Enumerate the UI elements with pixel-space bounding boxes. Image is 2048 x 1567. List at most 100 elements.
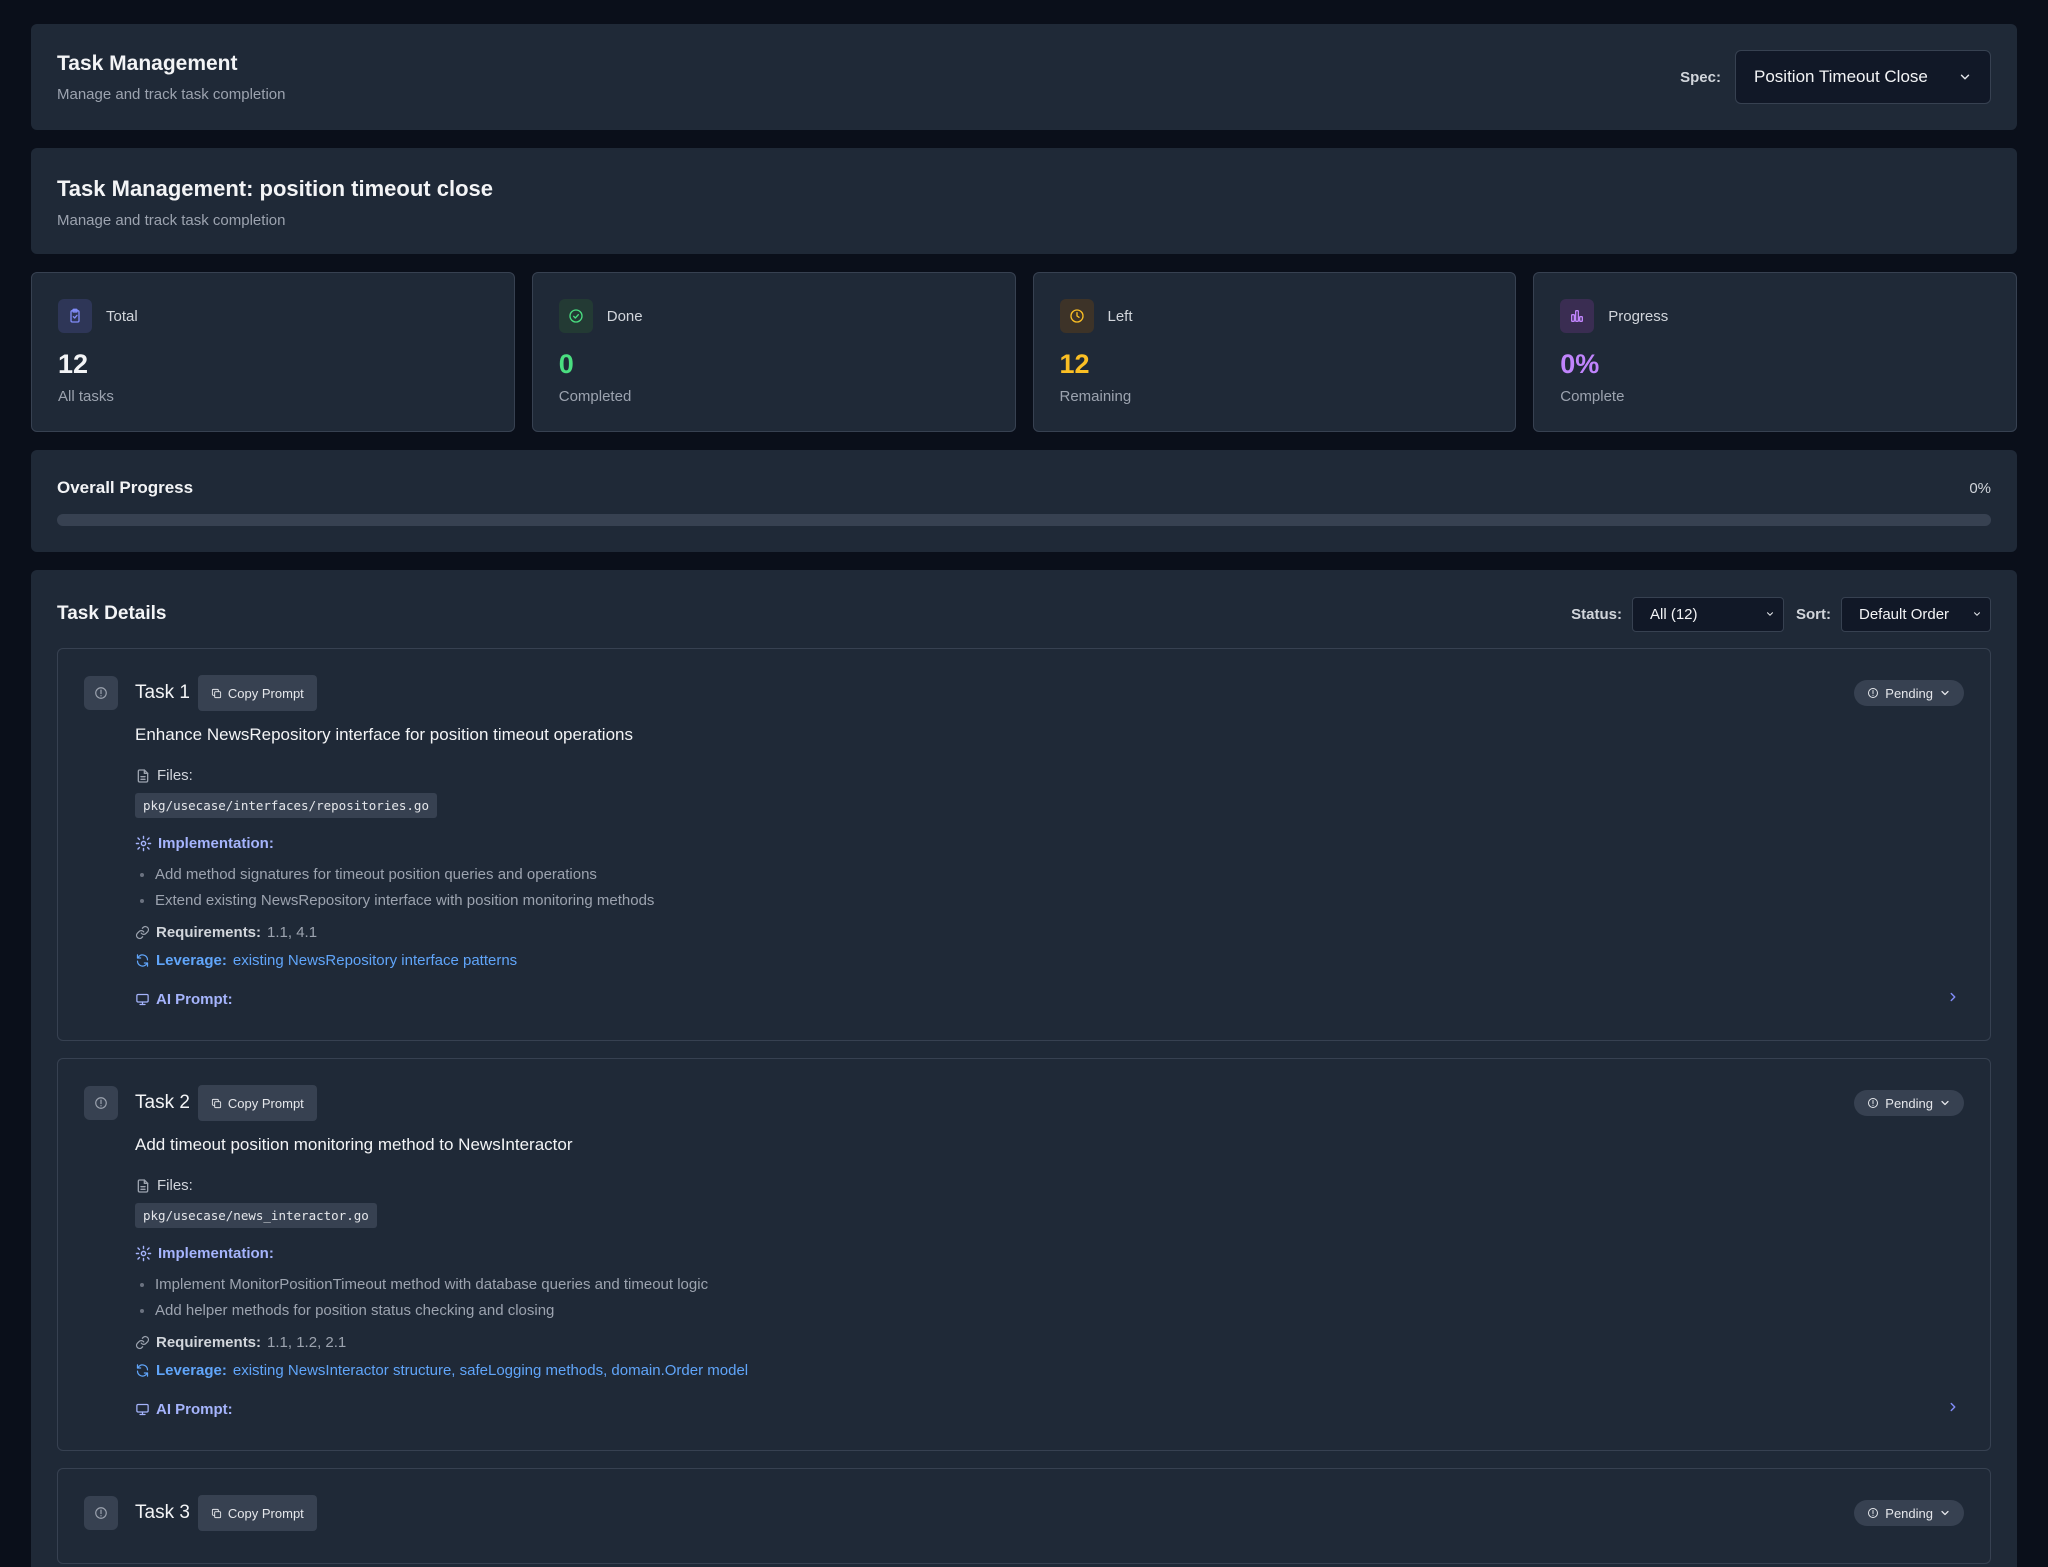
- chevron-down-icon: [1960, 74, 1970, 80]
- stat-desc: Completed: [558, 388, 632, 405]
- link-icon: [135, 925, 150, 940]
- task-description: Enhance NewsRepository interface for pos…: [135, 725, 633, 744]
- spec-title-panel: Task Management: position timeout close …: [31, 148, 2017, 254]
- copy-icon: [211, 1098, 222, 1108]
- monitor-icon: [136, 1403, 149, 1416]
- requirements-value: 1.1, 4.1: [267, 924, 318, 941]
- task-details: Task Details Status: All (12) Sort: Defa…: [31, 570, 2017, 1567]
- page: Task Management Manage and track task co…: [0, 0, 2048, 1567]
- stat-value: 12: [1059, 349, 1090, 379]
- requirements-label: Requirements:: [156, 924, 262, 941]
- file-icon: [137, 1178, 149, 1193]
- copy-prompt-button[interactable]: Copy Prompt: [197, 675, 317, 711]
- stats-row: Total 12 All tasks Done 0 Completed Left: [31, 272, 2017, 432]
- copy-icon: [211, 1508, 222, 1518]
- refresh-icon: [136, 1364, 149, 1377]
- pending-status-icon[interactable]: [84, 676, 118, 710]
- app-title: Task Management: [57, 51, 238, 75]
- copy-prompt-label: Copy Prompt: [227, 1095, 304, 1111]
- implementation-list: Implement MonitorPositionTimeout method …: [135, 1272, 1964, 1324]
- task-description: Add timeout position monitoring method t…: [135, 1135, 573, 1154]
- stat-desc: Remaining: [1059, 388, 1132, 405]
- copy-prompt-label: Copy Prompt: [227, 685, 304, 701]
- header-titles: Task Management Manage and track task co…: [57, 52, 285, 103]
- alert-circle-icon: [1868, 1508, 1879, 1518]
- status-pending-dropdown[interactable]: Pending: [1854, 680, 1964, 706]
- copy-prompt-button[interactable]: Copy Prompt: [197, 1085, 317, 1121]
- stat-value: 0: [558, 349, 574, 379]
- implementation-heading: Implementation:: [135, 835, 1964, 852]
- status-pending-dropdown[interactable]: Pending: [1854, 1090, 1964, 1116]
- file-icon: [137, 768, 149, 783]
- spec-label: Spec:: [1680, 68, 1721, 86]
- overall-progress: Overall Progress 0%: [31, 450, 2017, 552]
- implementation-item: Add method signatures for timeout positi…: [155, 862, 1964, 888]
- files-heading: Files:: [135, 767, 1964, 784]
- implementation-label: Implementation:: [158, 1245, 274, 1262]
- implementation-item: Implement MonitorPositionTimeout method …: [155, 1272, 1964, 1298]
- requirements-label: Requirements:: [156, 1334, 262, 1351]
- implementation-heading: Implementation:: [135, 1245, 1964, 1262]
- ai-prompt-toggle[interactable]: AI Prompt:: [135, 991, 1964, 1008]
- task-name: Task 3: [135, 1502, 190, 1523]
- gear-icon: [135, 1245, 152, 1262]
- progress-title: Overall Progress: [57, 478, 194, 497]
- spec-title: Task Management: position timeout close: [57, 176, 493, 201]
- spec-dropdown[interactable]: Position Timeout Close: [1735, 50, 1991, 104]
- stat-label: Done: [606, 307, 643, 325]
- sort-select[interactable]: Default Order: [1841, 596, 1991, 632]
- copy-prompt-button[interactable]: Copy Prompt: [197, 1495, 317, 1531]
- monitor-icon: [136, 993, 149, 1006]
- stat-card-left: Left 12 Remaining: [1032, 272, 1517, 432]
- files-heading: Files:: [135, 1177, 1964, 1194]
- progress-bar: [57, 514, 1991, 526]
- check-circle-icon: [558, 299, 593, 333]
- task-name: Task 2: [135, 1092, 190, 1113]
- task-name: Task 1: [135, 682, 190, 703]
- task-card: Task 3 Copy Prompt Pending: [57, 1468, 1991, 1564]
- stat-desc: All tasks: [58, 388, 114, 405]
- leverage-row: Leverage: existing NewsInteractor struct…: [135, 1362, 1964, 1379]
- copy-icon: [211, 688, 222, 698]
- stat-card-progress: Progress 0% Complete: [1533, 272, 2017, 432]
- stat-value: 0%: [1560, 349, 1600, 379]
- alert-circle-icon: [1868, 688, 1879, 698]
- leverage-label: Leverage:: [156, 1362, 227, 1379]
- file-path: pkg/usecase/interfaces/repositories.go: [135, 793, 437, 818]
- leverage-row: Leverage: existing NewsRepository interf…: [135, 952, 1964, 969]
- pending-status-icon[interactable]: [84, 1086, 118, 1120]
- app-subtitle: Manage and track task completion: [57, 85, 286, 103]
- stat-card-done: Done 0 Completed: [531, 272, 1016, 432]
- status-filter-value: All (12): [1650, 605, 1698, 623]
- status-filter-select[interactable]: All (12): [1632, 596, 1784, 632]
- stat-value: 12: [58, 349, 89, 379]
- chevron-down-icon: [1941, 1100, 1949, 1106]
- ai-prompt-label: AI Prompt:: [156, 991, 233, 1008]
- implementation-label: Implementation:: [158, 835, 274, 852]
- ai-prompt-label: AI Prompt:: [156, 1401, 233, 1418]
- task-card: Task 1 Copy Prompt Pending Enhance NewsR…: [57, 648, 1991, 1041]
- bar-chart-icon: [1560, 299, 1595, 333]
- stat-label: Total: [106, 307, 138, 325]
- ai-prompt-toggle[interactable]: AI Prompt:: [135, 1401, 1964, 1418]
- link-icon: [135, 1335, 150, 1350]
- copy-prompt-label: Copy Prompt: [227, 1505, 304, 1521]
- app-header: Task Management Manage and track task co…: [31, 24, 2017, 130]
- chevron-right-icon[interactable]: [1946, 1400, 1960, 1414]
- spec-subtitle: Manage and track task completion: [57, 212, 286, 229]
- implementation-item: Extend existing NewsRepository interface…: [155, 888, 1964, 914]
- progress-percent: 0%: [1969, 479, 1991, 497]
- clock-icon: [1059, 299, 1094, 333]
- spec-dropdown-value: Position Timeout Close: [1754, 67, 1928, 86]
- leverage-value: existing NewsInteractor structure, safeL…: [232, 1362, 749, 1379]
- chevron-down-icon: [1941, 690, 1949, 696]
- status-pending-dropdown[interactable]: Pending: [1854, 1500, 1964, 1526]
- pending-status-icon[interactable]: [84, 1496, 118, 1530]
- status-filter-label: Status:: [1571, 605, 1622, 623]
- clipboard-icon: [58, 299, 92, 333]
- refresh-icon: [136, 954, 149, 967]
- status-label: Pending: [1885, 685, 1933, 701]
- stat-card-total: Total 12 All tasks: [31, 272, 515, 432]
- chevron-right-icon[interactable]: [1946, 990, 1960, 1004]
- requirements-row: Requirements: 1.1, 4.1: [135, 924, 1964, 941]
